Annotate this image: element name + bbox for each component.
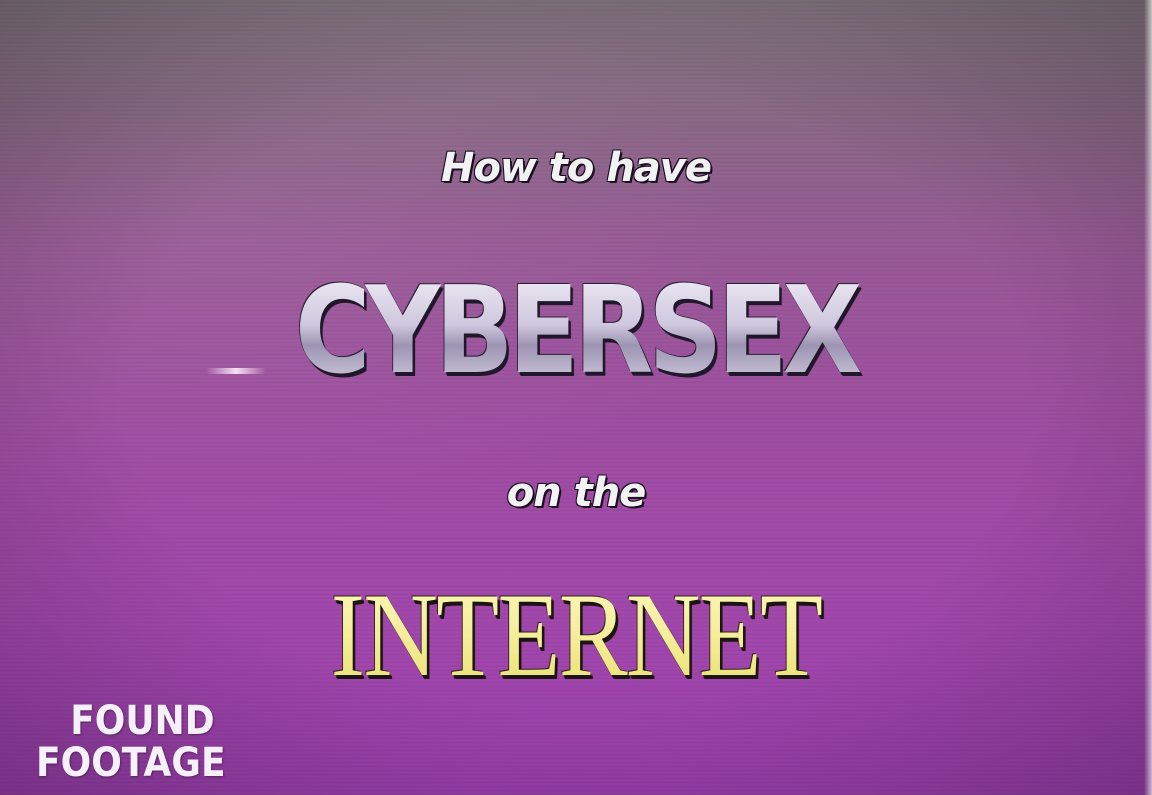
watermark-line-found: FOUND [70, 698, 215, 744]
title-line-on-the: on the [506, 470, 647, 516]
video-frame: How to have CYBERSEX on the INTERNET FOU… [0, 0, 1152, 795]
title-line-internet: INTERNET [81, 566, 1072, 704]
title-line-cybersex: CYBERSEX [81, 262, 1072, 401]
watermark-line-footage: FOOTAGE [36, 740, 226, 786]
title-line-how-to-have: How to have [440, 145, 712, 191]
found-footage-watermark: FOUND FOOTAGE [36, 700, 226, 784]
